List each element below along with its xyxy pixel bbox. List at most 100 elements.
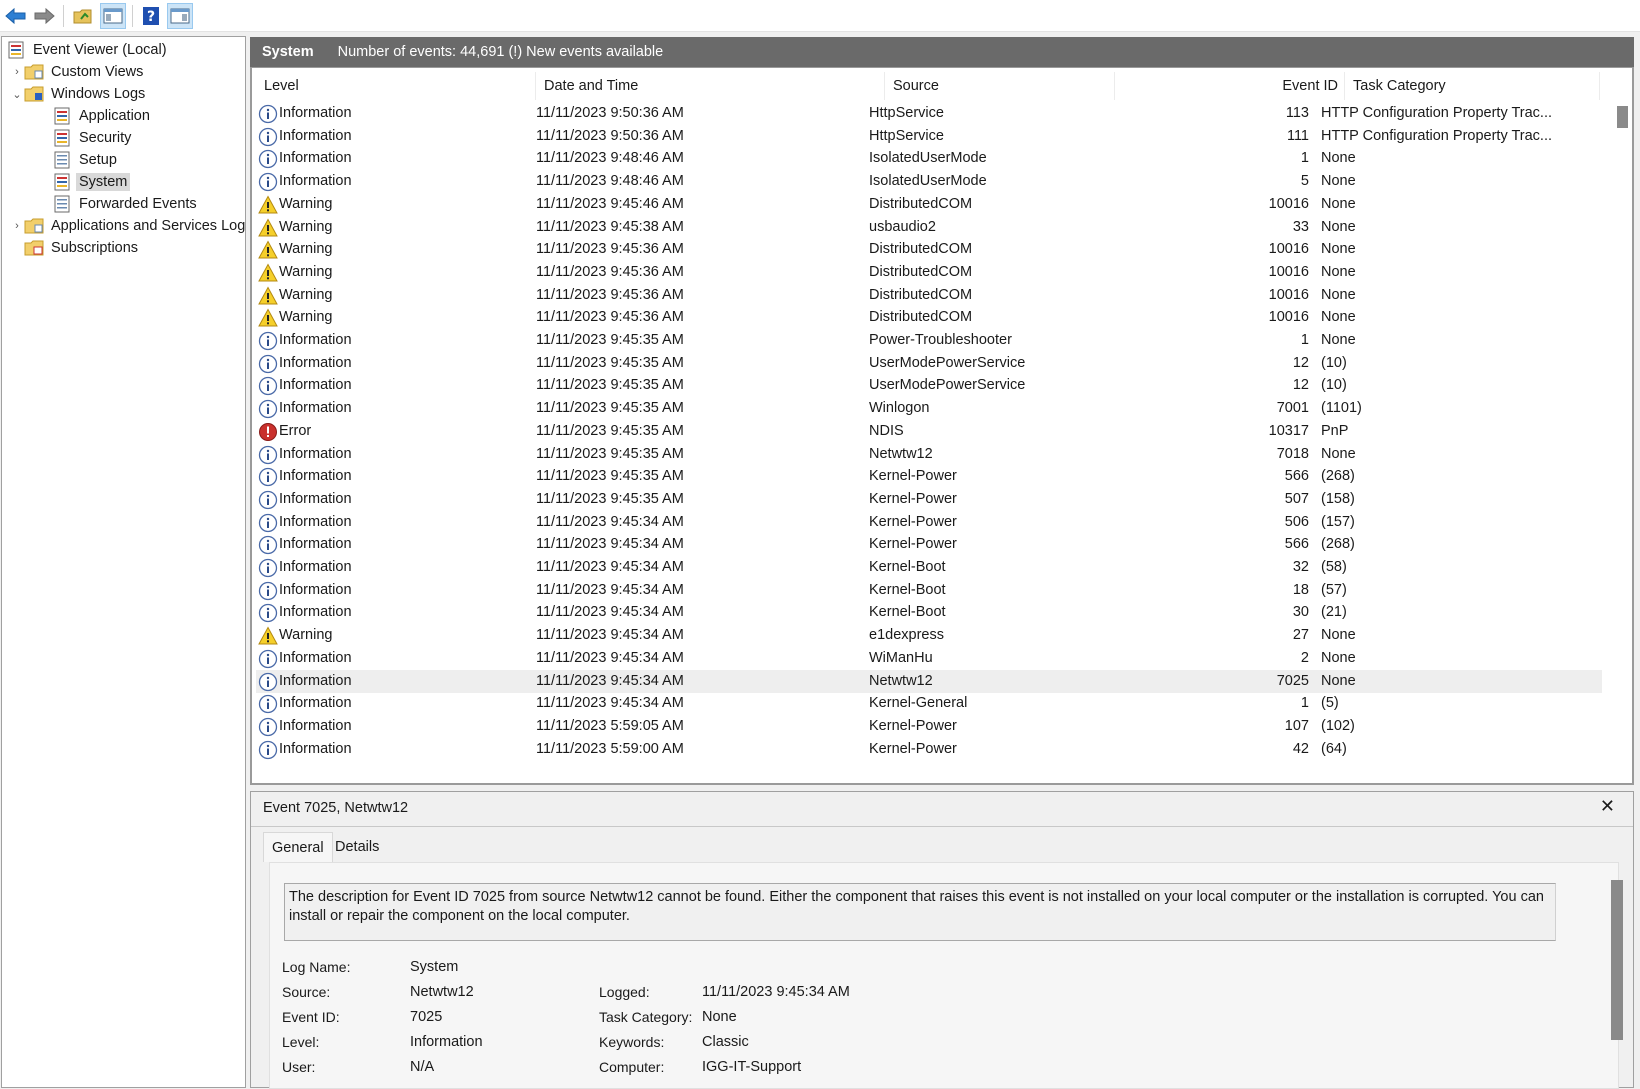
event-row[interactable]: Warning 11/11/2023 9:45:36 AM DistributedC… <box>256 238 1602 262</box>
event-row[interactable]: Information 11/11/2023 9:45:35 AM Netwtw12… <box>256 443 1602 467</box>
event-row[interactable]: Information 11/11/2023 9:45:35 AM Winlogon… <box>256 397 1602 421</box>
scrollbar-thumb[interactable] <box>1617 106 1628 128</box>
event-row[interactable]: Warning 11/11/2023 9:45:46 AM DistributedC… <box>256 193 1602 217</box>
warning-icon <box>258 626 278 646</box>
list-scrollbar[interactable] <box>1614 70 1630 782</box>
event-row[interactable]: Warning 11/11/2023 9:45:38 AM usbaudio2 33 N… <box>256 216 1602 240</box>
source-value[interactable]: Netwtw12 <box>410 984 474 1000</box>
date-cell: 11/11/2023 9:48:46 AM <box>536 173 684 190</box>
log-title: System <box>262 44 314 60</box>
event-row[interactable]: Information 11/11/2023 9:45:34 AM Kernel-P… <box>256 533 1602 557</box>
log-icon <box>52 151 72 169</box>
date-cell: 11/11/2023 9:45:35 AM <box>536 332 684 348</box>
tab-details[interactable]: Details <box>327 832 387 862</box>
event-row[interactable]: Information 11/11/2023 9:48:46 AM Isolated… <box>256 147 1602 171</box>
tree-item-apps-services-logs[interactable]: › Applications and Services Logs <box>10 215 245 237</box>
chevron-right-icon[interactable]: › <box>10 66 24 78</box>
level-value[interactable]: Information <box>410 1034 483 1050</box>
event-row[interactable]: Information 11/11/2023 9:50:36 AM HttpServ… <box>256 125 1602 149</box>
keywords-value[interactable]: Classic <box>702 1034 749 1050</box>
column-header-source[interactable]: Source <box>885 72 1115 100</box>
source-cell: Kernel-Power <box>869 717 957 734</box>
event-row[interactable]: Information 11/11/2023 9:45:35 AM UserMode… <box>256 374 1602 398</box>
column-header-event-id[interactable]: Event ID <box>1115 72 1345 100</box>
event-row[interactable]: Information 11/11/2023 9:45:34 AM Kernel-B… <box>256 579 1602 603</box>
source-cell: DistributedCOM <box>869 195 973 212</box>
date-cell: 11/11/2023 9:45:34 AM <box>536 672 684 689</box>
event-row[interactable]: Information 11/11/2023 9:45:34 AM WiManHu 2… <box>256 647 1602 671</box>
task-category-cell: (10) <box>1321 377 1347 394</box>
event-row[interactable]: Information 11/11/2023 9:48:46 AM Isolated… <box>256 170 1602 194</box>
help-button[interactable]: ? <box>138 3 164 29</box>
tree-item-windows-logs[interactable]: ⌄ Windows Logs <box>10 83 148 105</box>
chevron-right-icon[interactable]: › <box>10 220 24 232</box>
event-id-cell: 111 <box>1286 127 1309 144</box>
event-id-value[interactable]: 7025 <box>410 1009 442 1025</box>
back-button[interactable] <box>3 3 29 29</box>
tree-item-setup[interactable]: Setup <box>52 149 120 171</box>
svg-text:?: ? <box>147 9 155 25</box>
task-category-value[interactable]: None <box>702 1009 737 1025</box>
event-id-cell: 113 <box>1285 105 1309 121</box>
chevron-down-icon[interactable]: ⌄ <box>10 88 24 101</box>
tree-item-event-viewer[interactable]: Event Viewer (Local) <box>6 39 170 61</box>
task-category-cell: (158) <box>1321 490 1355 507</box>
event-row[interactable]: Error 11/11/2023 9:45:35 AM NDIS 10317 PnP <box>256 420 1602 444</box>
event-id-label: Event ID: <box>282 1009 340 1025</box>
tree-item-security[interactable]: Security <box>52 127 134 149</box>
folder-icon <box>24 85 44 103</box>
task-category-cell: (157) <box>1321 513 1355 530</box>
user-value[interactable]: N/A <box>410 1059 434 1075</box>
detail-scrollbar-thumb[interactable] <box>1611 880 1623 1040</box>
source-cell: DistributedCOM <box>869 286 973 303</box>
forward-button[interactable] <box>31 3 57 29</box>
tree-item-label: Forwarded Events <box>79 196 197 212</box>
event-id-cell: 1 <box>1300 332 1309 348</box>
event-row[interactable]: Information 11/11/2023 9:45:35 AM UserMode… <box>256 352 1602 376</box>
event-row[interactable]: Information 11/11/2023 9:50:36 AM HttpServ… <box>256 102 1602 126</box>
event-row[interactable]: Information 11/11/2023 9:45:35 AM Power-Tr… <box>256 329 1602 353</box>
event-row[interactable]: Warning 11/11/2023 9:45:34 AM e1dexpress 27… <box>256 624 1602 648</box>
open-button[interactable] <box>70 3 96 29</box>
tree-item-application[interactable]: Application <box>52 105 153 127</box>
task-category-cell: None <box>1321 173 1356 190</box>
event-row[interactable]: Information 11/11/2023 9:45:35 AM Kernel-P… <box>256 488 1602 512</box>
show-hide-console-tree-button[interactable] <box>100 3 126 29</box>
tree-item-custom-views[interactable]: › Custom Views <box>10 61 146 83</box>
event-row[interactable]: Warning 11/11/2023 9:45:36 AM DistributedC… <box>256 284 1602 308</box>
event-row[interactable]: Information 11/11/2023 9:45:34 AM Kernel-B… <box>256 556 1602 580</box>
show-hide-action-pane-button[interactable] <box>167 3 193 29</box>
date-cell: 11/11/2023 9:50:36 AM <box>536 105 684 121</box>
event-row[interactable]: Information 11/11/2023 9:45:34 AM Kernel-P… <box>256 511 1602 535</box>
information-icon <box>258 172 278 192</box>
event-description[interactable]: The description for Event ID 7025 from s… <box>284 883 1556 941</box>
column-header-date-time[interactable]: Date and Time <box>536 72 885 100</box>
information-icon <box>258 603 278 623</box>
source-cell: DistributedCOM <box>869 309 973 326</box>
event-row[interactable]: Information 11/11/2023 9:45:34 AM Kernel-B… <box>256 601 1602 625</box>
event-row[interactable]: Warning 11/11/2023 9:45:36 AM DistributedC… <box>256 261 1602 285</box>
event-row[interactable]: Information 11/11/2023 9:45:34 AM Kernel-G… <box>256 692 1602 716</box>
column-header-level[interactable]: Level <box>256 72 536 100</box>
close-icon[interactable]: ✕ <box>1600 796 1615 817</box>
computer-value[interactable]: IGG-IT-Support <box>702 1059 801 1075</box>
event-row[interactable]: Information 11/11/2023 5:59:00 AM Kernel-P… <box>256 738 1602 762</box>
event-row[interactable]: Information 11/11/2023 5:59:05 AM Kernel-P… <box>256 715 1602 739</box>
tab-general[interactable]: General <box>263 832 333 862</box>
information-icon <box>258 694 278 714</box>
source-cell: UserModePowerService <box>869 377 1026 394</box>
tree-item-system[interactable]: System <box>52 171 131 193</box>
log-name-value[interactable]: System <box>410 959 458 975</box>
information-icon <box>258 740 278 760</box>
tree-item-forwarded-events[interactable]: Forwarded Events <box>52 193 200 215</box>
tree-item-subscriptions[interactable]: Subscriptions <box>24 237 141 259</box>
event-row[interactable]: Information 11/11/2023 9:45:34 AM Netwtw12… <box>256 669 1602 694</box>
information-icon <box>258 331 278 351</box>
tree-item-label: Security <box>79 130 132 146</box>
column-header-task-category[interactable]: Task Category <box>1345 72 1600 100</box>
log-name-label: Log Name: <box>282 959 351 975</box>
event-row[interactable]: Information 11/11/2023 9:45:35 AM Kernel-P… <box>256 465 1602 489</box>
logged-value[interactable]: 11/11/2023 9:45:34 AM <box>702 984 850 1000</box>
event-row[interactable]: Warning 11/11/2023 9:45:36 AM DistributedC… <box>256 306 1602 330</box>
source-cell: e1dexpress <box>869 627 944 644</box>
